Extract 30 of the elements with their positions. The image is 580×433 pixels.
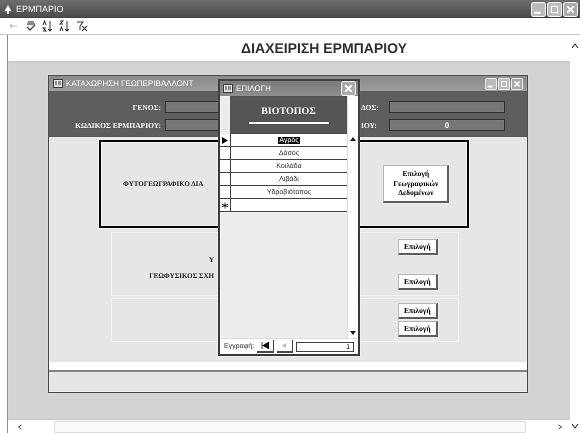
- picker-title: ΕΠΙΛΟΓΗ: [236, 84, 272, 93]
- sort-descending-icon[interactable]: [59, 20, 71, 32]
- minimize-icon[interactable]: [485, 78, 497, 90]
- sort-ascending-icon[interactable]: [42, 20, 54, 32]
- minimize-icon[interactable]: [531, 2, 546, 16]
- entry-window-title: ΚΑΤΑΧΩΡΗΣΗ ΓΕΩΠΕΡΙΒΑΛΛΟΝΤ: [66, 79, 195, 88]
- form-icon: [53, 79, 63, 88]
- scroll-right-icon[interactable]: [556, 424, 564, 430]
- close-icon[interactable]: [511, 78, 523, 90]
- previous-icon: [280, 342, 288, 349]
- previous-record-button[interactable]: [276, 340, 293, 353]
- maximize-icon[interactable]: [498, 78, 510, 90]
- scroll-down-icon[interactable]: [349, 330, 357, 336]
- input-field[interactable]: [389, 101, 505, 113]
- maximize-icon[interactable]: [547, 2, 562, 16]
- form-title: ΔΙΑΧΕΙΡΙΣΗ ΕΡΜΠΑΡΙΟΥ: [240, 40, 407, 56]
- input-field[interactable]: 0: [389, 119, 505, 131]
- close-icon[interactable]: [563, 2, 578, 16]
- scroll-up-icon[interactable]: [571, 43, 579, 49]
- scroll-left-icon[interactable]: [16, 424, 24, 430]
- first-icon: [260, 342, 269, 349]
- close-icon[interactable]: [341, 81, 356, 96]
- current-record-icon: [222, 136, 228, 144]
- form-icon: [223, 84, 233, 93]
- scrollbar-thumb[interactable]: [54, 420, 526, 432]
- window-title: ΕΡΜΠΑΡΙΟ: [16, 4, 65, 14]
- column-title: ΒΙΟΤΟΠΟΣ: [261, 106, 316, 117]
- new-record-icon: [222, 202, 228, 208]
- first-record-button[interactable]: [257, 340, 274, 353]
- scroll-down-icon[interactable]: [571, 423, 579, 429]
